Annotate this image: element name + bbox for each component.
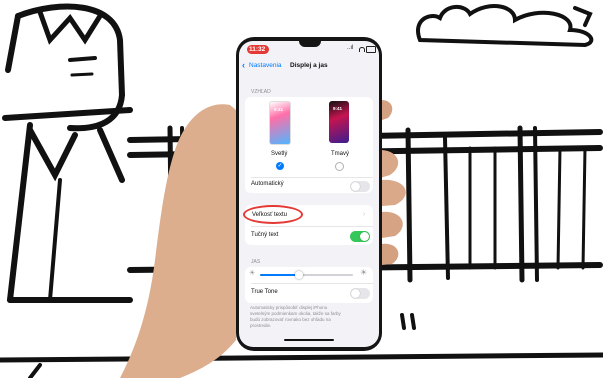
brightness-card: ☀ ☀ True Tone xyxy=(245,267,373,303)
divider xyxy=(251,177,373,178)
wifi-icon xyxy=(359,47,365,52)
section-header-brightness: JAS xyxy=(251,259,261,265)
brightness-slider-fill xyxy=(260,274,300,276)
light-preview-time: 9:41 xyxy=(274,107,284,112)
signal-icon: ..ıl xyxy=(347,45,354,51)
sun-small-icon: ☀ xyxy=(249,270,256,277)
dark-mode-label: Tmavý xyxy=(331,151,349,157)
toggle-knob xyxy=(351,289,360,298)
light-mode-option[interactable]: 9:41 xyxy=(269,101,291,145)
dark-mode-option[interactable]: 9:41 xyxy=(329,101,349,143)
checkmark-icon: ✓ xyxy=(277,163,283,169)
sun-large-icon: ☀ xyxy=(360,268,368,277)
notch xyxy=(299,41,321,47)
automatic-toggle[interactable] xyxy=(350,181,370,192)
light-radio-checked[interactable]: ✓ xyxy=(276,162,284,170)
dark-radio-unchecked[interactable] xyxy=(335,162,344,171)
text-settings-card: Veľkosť textu › Tučný text xyxy=(243,205,373,245)
toggle-knob xyxy=(351,182,360,191)
text-size-highlight-circle xyxy=(243,205,303,224)
light-mode-label: Svetlý xyxy=(271,151,288,157)
bold-text-label: Tučný text xyxy=(251,232,279,238)
back-button[interactable]: Nastavenia xyxy=(249,62,282,69)
bold-text-toggle[interactable] xyxy=(350,231,370,242)
appearance-card: 9:41 Svetlý ✓ 9:41 Tmavý Automatický xyxy=(245,97,373,193)
home-indicator xyxy=(284,339,334,341)
footer-line: prostredie. xyxy=(250,323,272,328)
brightness-slider-knob[interactable] xyxy=(295,271,304,279)
page-title: Displej a jas xyxy=(290,62,328,69)
chevron-left-icon[interactable]: ‹ xyxy=(242,60,245,70)
divider xyxy=(251,226,373,227)
brightness-footer: Automaticky prispôsobiť displej iPhonu s… xyxy=(250,305,374,329)
automatic-label: Automatický xyxy=(251,181,284,187)
toggle-knob xyxy=(360,232,369,241)
chevron-right-icon: › xyxy=(363,211,366,218)
battery-icon xyxy=(366,46,376,53)
true-tone-toggle[interactable] xyxy=(350,288,370,299)
true-tone-label: True Tone xyxy=(251,289,278,295)
brightness-slider-track[interactable] xyxy=(260,271,353,279)
phone-screen: 11:32 ..ıl ‹ Nastavenia Displej a jas VZ… xyxy=(239,41,379,347)
section-header-appearance: VZHĽAD xyxy=(251,89,271,95)
dark-preview-time: 9:41 xyxy=(333,106,343,111)
divider xyxy=(251,283,373,284)
status-time: 11:32 xyxy=(249,46,266,53)
